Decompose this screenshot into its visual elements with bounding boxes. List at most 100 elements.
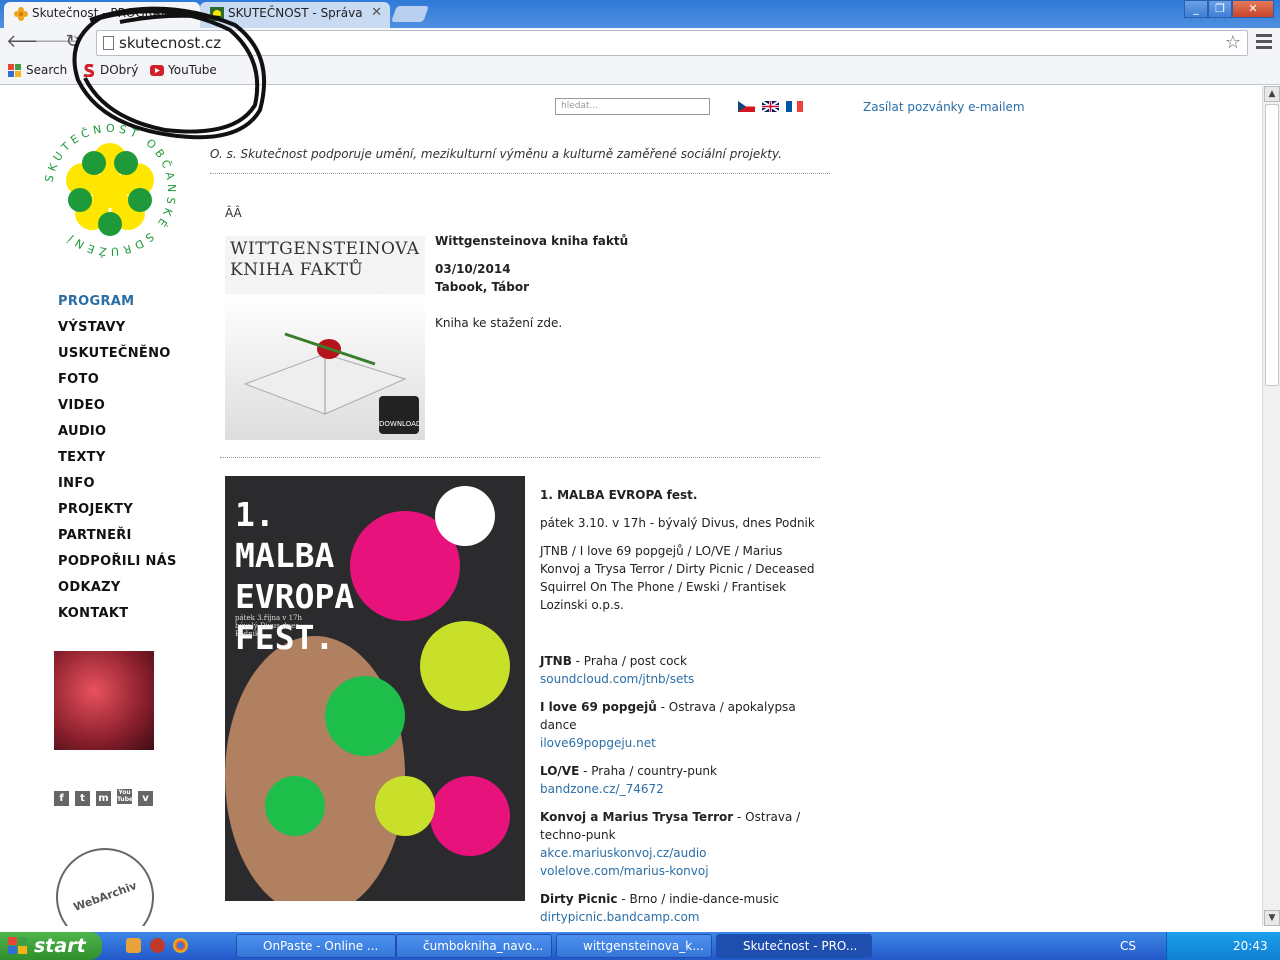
nav-partneri[interactable]: PARTNEŘI [58, 528, 177, 554]
bookmark-star-icon[interactable]: ☆ [1225, 32, 1241, 53]
act-item: JTNB - Praha / post cock [540, 654, 687, 668]
nav-projekty[interactable]: PROJEKTY [58, 502, 177, 528]
new-tab-button[interactable] [391, 6, 429, 22]
nav-video[interactable]: VIDEO [58, 398, 177, 424]
page-icon [103, 36, 114, 50]
flag-fr-icon[interactable] [786, 101, 803, 112]
act-item: LO/VE - Praha / country-punk [540, 764, 717, 778]
taskbar-window-word2[interactable]: wittgensteinova_k... [556, 934, 712, 958]
scroll-thumb[interactable] [1265, 104, 1279, 386]
taskbar-window-chrome[interactable]: Skutečnost - PRO... [716, 934, 872, 958]
webarchiv-label: WebArchiv [71, 879, 139, 914]
windows-logo-icon [8, 937, 27, 954]
divider [210, 173, 830, 174]
flag-uk-icon[interactable] [762, 101, 779, 112]
vimeo-icon[interactable]: v [138, 791, 153, 806]
restore-button[interactable]: ❐ [1208, 0, 1232, 18]
nav-foto[interactable]: FOTO [58, 372, 177, 398]
entry2-when: pátek 3.10. v 17h - bývalý Divus, dnes P… [540, 516, 815, 530]
windows-taskbar: start OnPaste - Online ... čumbokniha_na… [0, 932, 1280, 960]
minimize-button[interactable]: _ [1184, 0, 1208, 18]
bookmark-youtube[interactable]: YouTube [150, 63, 217, 77]
bookmark-label: YouTube [168, 63, 217, 77]
entry2-title: 1. MALBA EVROPA fest. [540, 488, 698, 502]
social-links: f t m You Tube v [54, 786, 159, 806]
forward-button[interactable]: 🡒 [34, 32, 82, 54]
search-bookmark-icon [8, 64, 21, 77]
act-link[interactable]: volelove.com/marius-konvoj [540, 862, 709, 880]
taskbar-window-word1[interactable]: čumbokniha_navo... [396, 934, 552, 958]
nav-podporili-nas[interactable]: PODPOŘILI NÁS [58, 554, 177, 580]
entry-venue: Tabook, Tábor [435, 280, 530, 294]
tab-skutecnost-sprava[interactable]: SKUTEČNOST - Správa ✕ [200, 2, 390, 28]
entry-download-note[interactable]: Kniha ke stažení zde. [435, 316, 562, 330]
book-cover-image[interactable]: WITTGENSTEINOVA KNIHA FAKTŮ DOWNLOAD [225, 236, 425, 440]
site-search-input[interactable]: hledat... [555, 98, 710, 115]
nav-odkazy[interactable]: ODKAZY [58, 580, 177, 606]
nav-texty[interactable]: TEXTY [58, 450, 177, 476]
act-link[interactable]: dirtypicnic.bandcamp.com [540, 908, 700, 926]
act-link[interactable]: ilove69popgeju.net [540, 734, 656, 752]
act-item: Dirty Picnic - Brno / indie-dance-music [540, 892, 780, 906]
quicklaunch-icon[interactable] [126, 938, 141, 953]
act-item: Konvoj a Marius Trysa Terror - Ostrava /… [540, 810, 801, 842]
tab-skutecnost-program[interactable]: Skutečnost - PROGRAM [4, 2, 200, 28]
main-navigation: PROGRAM VÝSTAVY USKUTEČNĚNO FOTO VIDEO A… [58, 294, 177, 632]
entry-date: 03/10/2014 [435, 262, 511, 276]
twitter-icon[interactable]: t [75, 791, 90, 806]
vertical-scrollbar[interactable]: ▲ ▼ [1262, 86, 1280, 926]
scroll-up-icon[interactable]: ▲ [1264, 86, 1280, 102]
chrome-quicklaunch-icon[interactable] [173, 938, 188, 953]
webarchiv-badge[interactable]: WebArchiv [56, 848, 154, 926]
youtube-icon [150, 65, 164, 76]
sidebar-photo[interactable] [54, 651, 154, 750]
bookmark-label: Search [26, 63, 68, 77]
bookmark-search[interactable]: Search [8, 63, 67, 77]
nav-program[interactable]: PROGRAM [58, 294, 177, 320]
back-button[interactable]: 🡐 [6, 32, 54, 54]
bookmark-label: DObrý [100, 63, 139, 77]
nav-uskutecneno[interactable]: USKUTEČNĚNO [58, 346, 177, 372]
bookmark-dobry[interactable]: DObrý [82, 63, 138, 77]
divider [220, 457, 820, 458]
myspace-icon[interactable]: m [96, 791, 111, 806]
download-icon[interactable]: DOWNLOAD [379, 396, 421, 434]
flower-favicon-icon [14, 7, 28, 21]
act-link[interactable]: soundcloud.com/jtnb/sets [540, 670, 694, 688]
close-tab-icon[interactable]: ✕ [371, 2, 382, 24]
youtube-icon[interactable]: You Tube [117, 789, 133, 804]
skutecnost-logo[interactable]: SKUTEČNOST OBČANSKÉ SDRUŽENÍ [40, 120, 180, 260]
entry-title: Wittgensteinova kniha faktů [435, 234, 629, 248]
nav-info[interactable]: INFO [58, 476, 177, 502]
scroll-down-icon[interactable]: ▼ [1264, 910, 1280, 926]
flag-cz-icon[interactable] [738, 101, 755, 112]
start-label: start [34, 935, 86, 957]
nav-vystavy[interactable]: VÝSTAVY [58, 320, 177, 346]
language-indicator[interactable]: CS [1120, 932, 1136, 960]
page-viewport: SKUTEČNOST OBČANSKÉ SDRUŽENÍ PROGRAM VÝS… [0, 86, 1262, 926]
browser-titlebar: Skutečnost - PROGRAM SKUTEČNOST - Správa… [0, 0, 1280, 28]
nav-audio[interactable]: AUDIO [58, 424, 177, 450]
clock[interactable]: 20:43 [1233, 939, 1268, 953]
flower-favicon-icon [210, 7, 224, 21]
taskbar-window-onpaste[interactable]: OnPaste - Online ... [236, 934, 396, 958]
act-link[interactable]: bandzone.cz/_74672 [540, 780, 664, 798]
facebook-icon[interactable]: f [54, 791, 69, 806]
s-logo-icon [83, 64, 95, 77]
browser-menu-icon[interactable] [1256, 34, 1272, 52]
tab-title: Skutečnost - PROGRAM [32, 6, 172, 20]
reload-button[interactable]: ↻ [62, 32, 84, 54]
poster-subtitle: pátek 3.října v 17h bývalý Divus dnes Po… [235, 614, 303, 638]
address-bar[interactable]: skutecnost.cz ☆ [96, 30, 1248, 56]
quicklaunch-icon[interactable] [150, 938, 165, 953]
festival-poster[interactable]: 1. MALBA EVROPA FEST. pátek 3.října v 17… [225, 476, 525, 901]
close-window-button[interactable]: ✕ [1232, 0, 1274, 18]
tab-title: SKUTEČNOST - Správa [228, 6, 363, 20]
start-button[interactable]: start [0, 932, 102, 960]
address-url: skutecnost.cz [119, 34, 222, 52]
act-item: I love 69 popgejů - Ostrava / apokalypsa… [540, 700, 796, 732]
invite-email-link[interactable]: Zasílat pozvánky e-mailem [863, 100, 1025, 114]
nav-kontakt[interactable]: KONTAKT [58, 606, 177, 632]
act-link[interactable]: akce.mariuskonvoj.cz/audio [540, 844, 707, 862]
entry2-lineup: JTNB / I love 69 popgejů / LO/VE / Mariu… [540, 544, 815, 612]
